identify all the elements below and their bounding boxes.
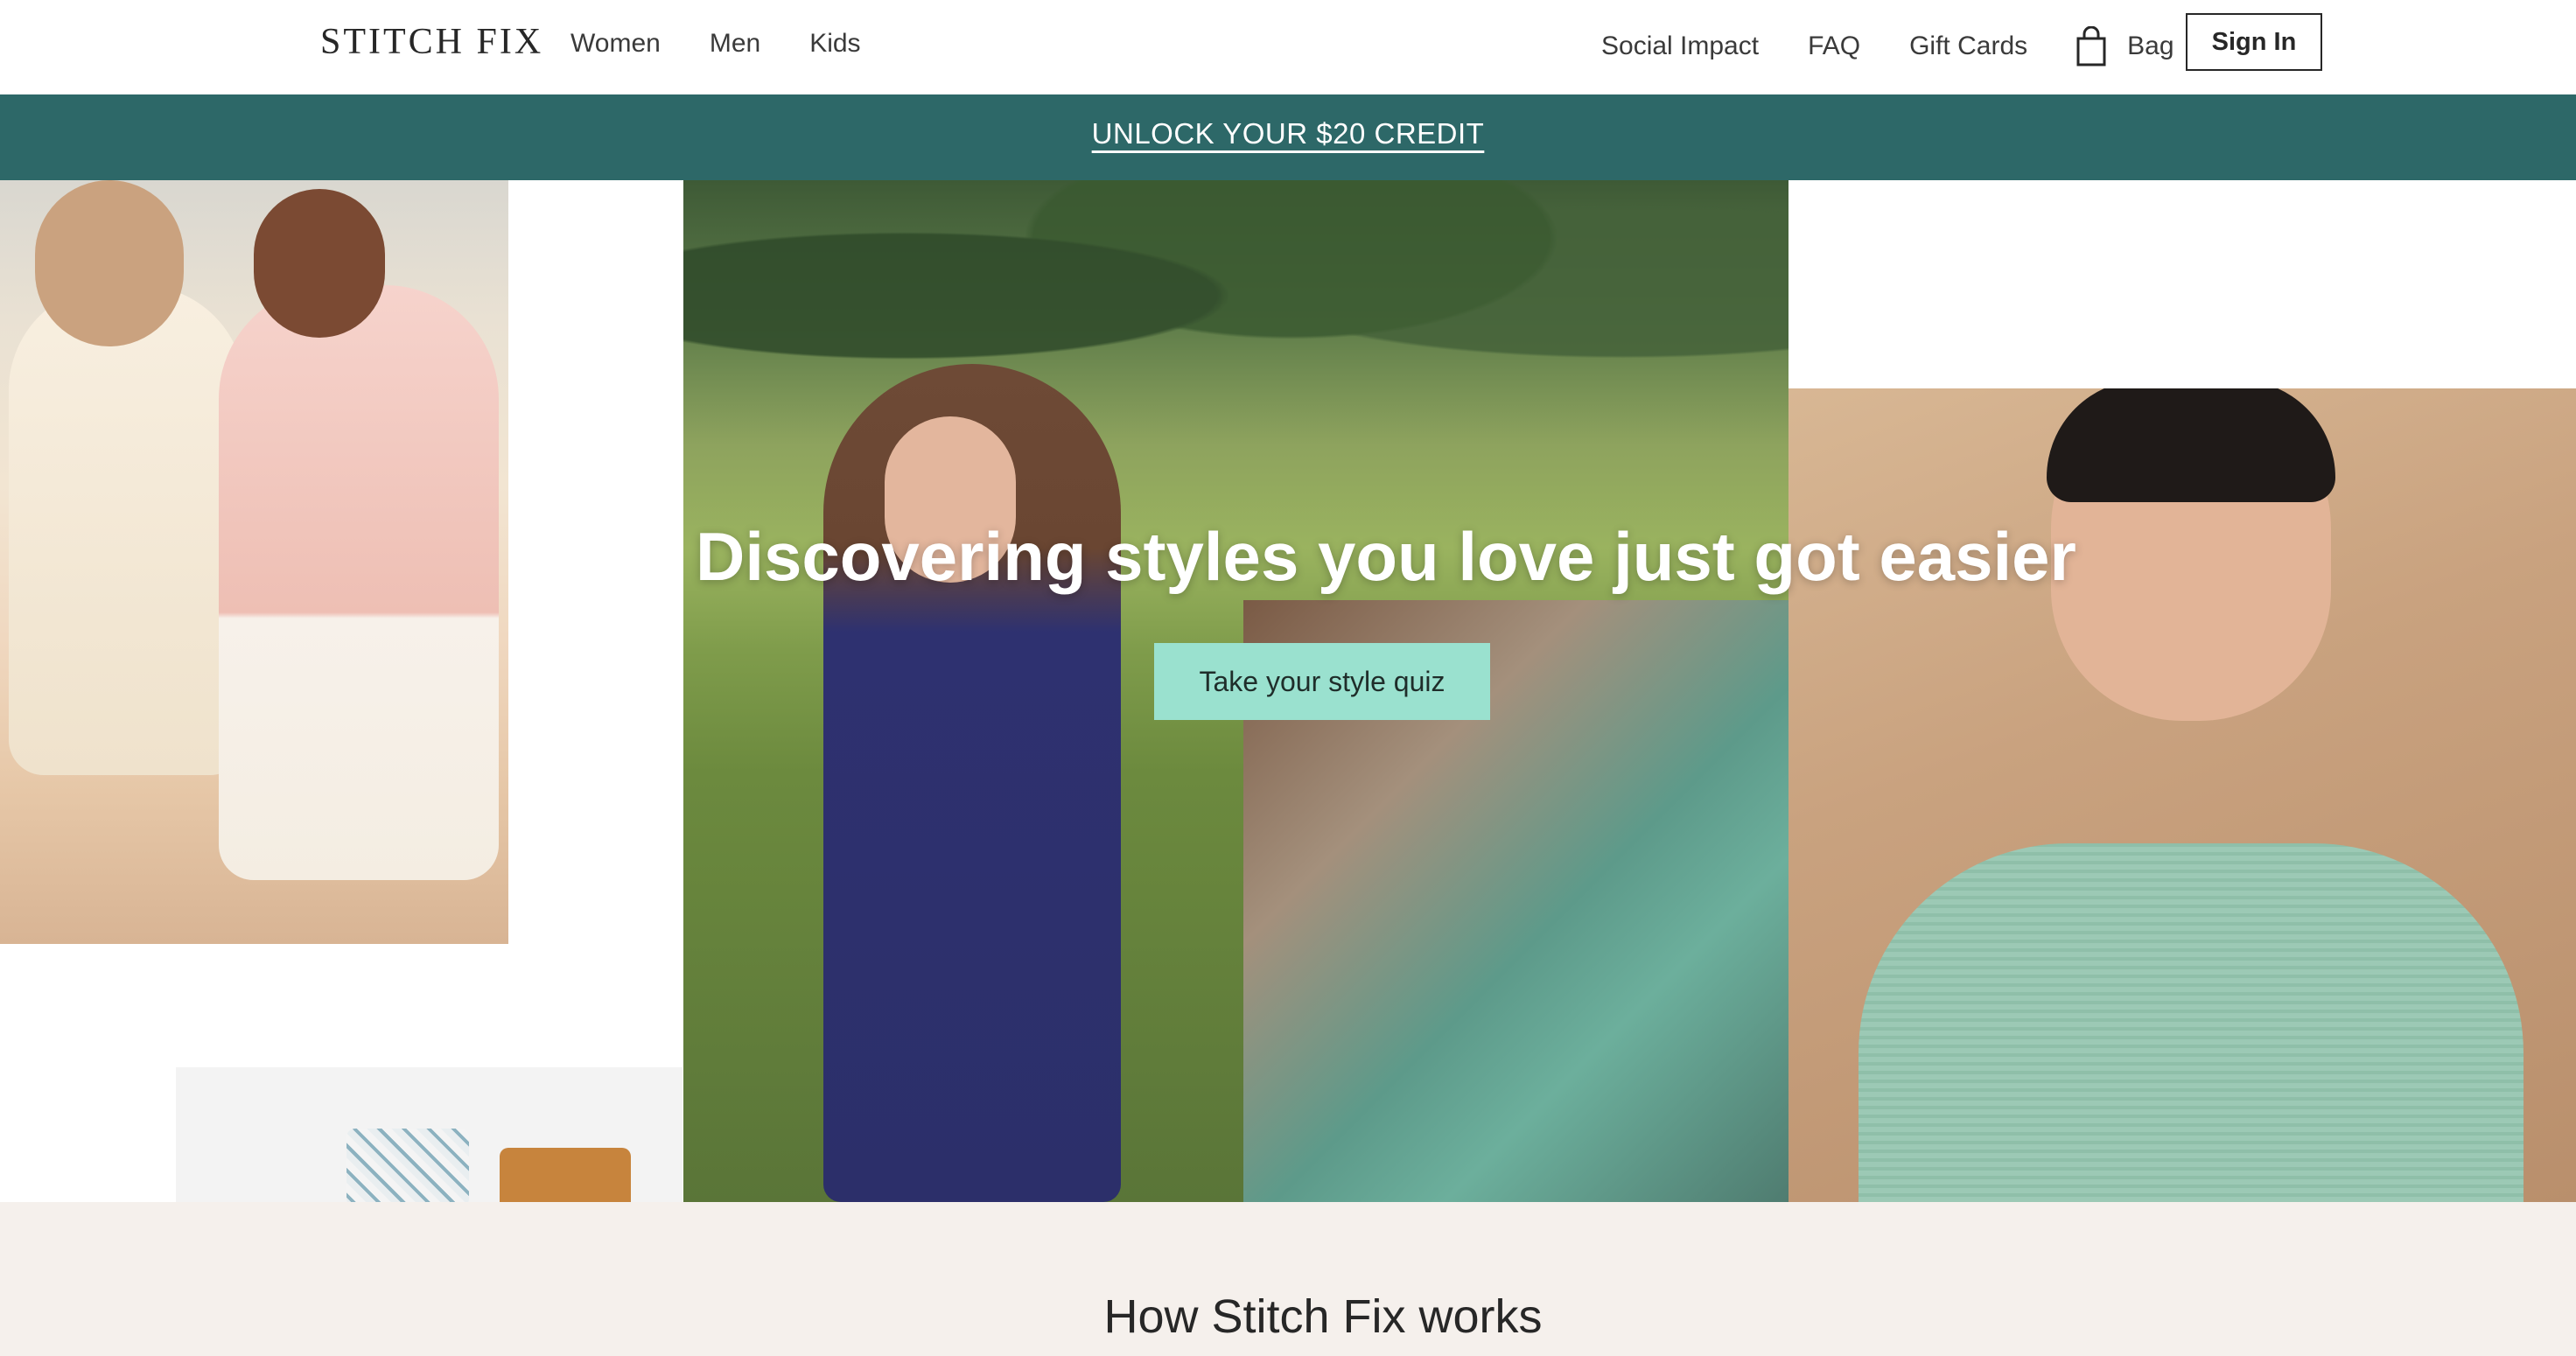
hero-photo-man-sunglasses [1788,388,2576,1202]
nav-men[interactable]: Men [710,26,760,61]
hero-photo-folded-clothes [176,1067,682,1202]
site-header: STITCH FIX Women Men Kids Social Impact … [0,0,2576,94]
stitch-fix-logo[interactable]: STITCH FIX [320,19,543,65]
nav-social-impact[interactable]: Social Impact [1601,29,1759,64]
bag-label: Bag [2127,31,2174,60]
promo-banner: UNLOCK YOUR $20 CREDIT [0,94,2576,180]
nav-gift-cards[interactable]: Gift Cards [1909,29,2027,64]
how-it-works-section: How Stitch Fix works [0,1202,2576,1356]
shopping-bag-icon [2076,26,2106,66]
nav-kids[interactable]: Kids [809,26,860,61]
style-quiz-button[interactable]: Take your style quiz [1154,643,1490,720]
sign-in-button[interactable]: Sign In [2186,13,2322,71]
hero-collage: Discovering styles you love just got eas… [0,180,2576,1202]
nav-faq[interactable]: FAQ [1808,29,1860,64]
how-it-works-title: How Stitch Fix works [1103,1290,1543,1343]
nav-women[interactable]: Women [570,26,661,61]
primary-nav: Women Men Kids [570,26,910,61]
bag-link[interactable]: Bag [2076,26,2174,66]
unlock-credit-link[interactable]: UNLOCK YOUR $20 CREDIT [1092,117,1485,150]
hero-photo-beach-women [0,180,508,944]
secondary-nav: Social Impact FAQ Gift Cards Bag [1601,26,2211,66]
hero-title: Discovering styles you love just got eas… [696,518,2076,595]
